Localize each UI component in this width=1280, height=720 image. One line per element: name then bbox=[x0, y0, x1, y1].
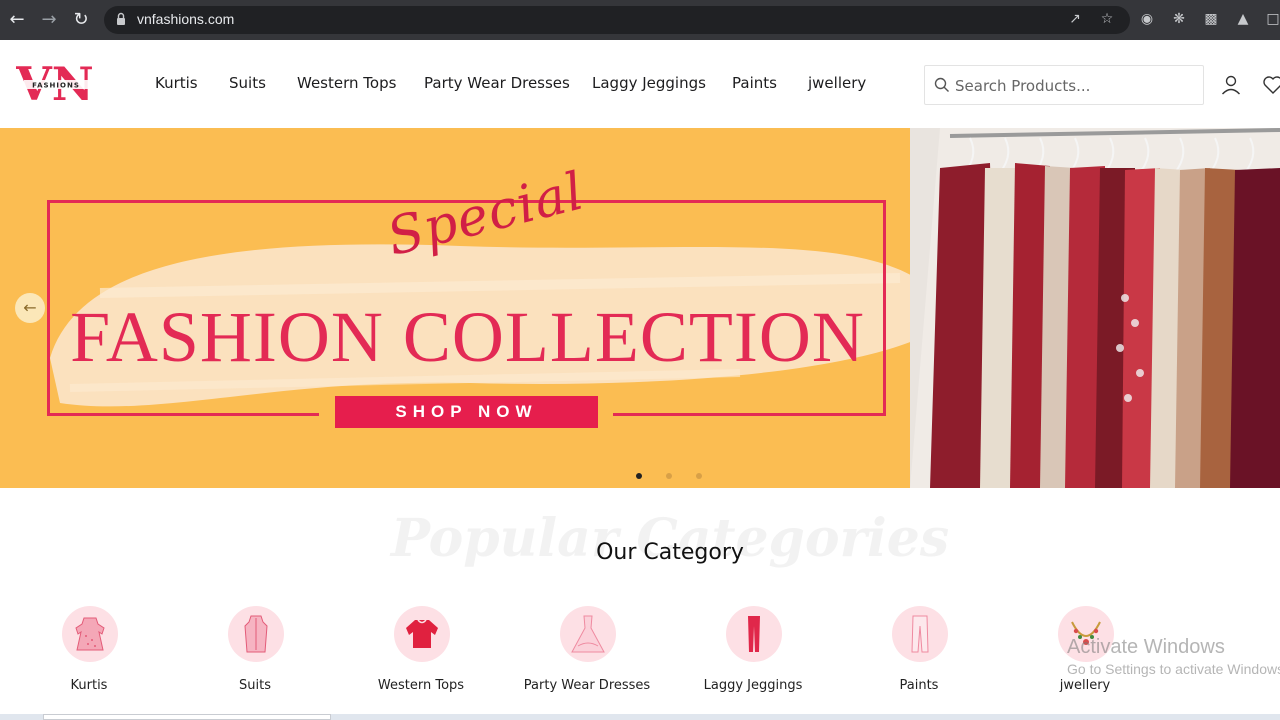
forward-icon[interactable]: → bbox=[37, 8, 61, 32]
share-icon[interactable]: ↗ bbox=[1066, 10, 1084, 28]
category-label: Laggy Jeggings bbox=[703, 678, 803, 693]
top-icon bbox=[394, 606, 450, 662]
suit-icon bbox=[228, 606, 284, 662]
camera-extension-icon[interactable]: ◉ bbox=[1138, 10, 1156, 28]
side-panel-icon[interactable]: □ bbox=[1264, 10, 1280, 28]
category-western-tops[interactable]: Western Tops bbox=[341, 606, 501, 706]
carousel-dot-2[interactable] bbox=[666, 473, 672, 479]
nav-party-wear-dresses[interactable]: Party Wear Dresses bbox=[424, 74, 570, 92]
category-kurtis[interactable]: Kurtis bbox=[9, 606, 169, 706]
category-label: Suits bbox=[239, 678, 271, 693]
extensions-puzzle-icon[interactable]: ▲ bbox=[1234, 10, 1252, 28]
category-label: jwellery bbox=[1059, 678, 1111, 693]
logo-subtext: FASHIONS bbox=[32, 82, 80, 90]
reload-icon[interactable]: ↻ bbox=[69, 8, 93, 32]
banner-headline: FASHION COLLECTION bbox=[70, 297, 865, 377]
address-bar[interactable]: vnfashions.com bbox=[104, 6, 1130, 34]
banner-frame-bottom-left bbox=[47, 413, 319, 416]
wishlist-heart-icon[interactable] bbox=[1262, 74, 1280, 96]
category-label: Paints bbox=[899, 678, 939, 693]
bottom-strip bbox=[0, 714, 1280, 720]
hero-banner-slide[interactable]: Special FASHION COLLECTION SHOP NOW ← bbox=[0, 128, 1280, 488]
back-icon[interactable]: ← bbox=[5, 8, 29, 32]
category-party-wear-dresses[interactable]: Party Wear Dresses bbox=[507, 606, 667, 706]
carousel-dot-1[interactable] bbox=[636, 473, 642, 479]
url-text: vnfashions.com bbox=[137, 11, 235, 27]
pants-icon bbox=[892, 606, 948, 662]
site-header: VN FASHIONS Kurtis Suits Western Tops Pa… bbox=[0, 40, 1280, 128]
leggings-icon bbox=[726, 606, 782, 662]
nav-kurtis[interactable]: Kurtis bbox=[155, 74, 198, 92]
category-paints[interactable]: Paints bbox=[839, 606, 999, 706]
category-label: Party Wear Dresses bbox=[523, 678, 651, 693]
nav-jwellery[interactable]: jwellery bbox=[808, 74, 866, 92]
windows-activation-watermark: Activate Windows Go to Settings to activ… bbox=[1067, 636, 1280, 677]
search-icon bbox=[934, 77, 949, 92]
banner-frame-bottom-right bbox=[613, 413, 886, 416]
category-label: Kurtis bbox=[70, 678, 108, 693]
carousel-dot-3[interactable] bbox=[696, 473, 702, 479]
category-suits[interactable]: Suits bbox=[175, 606, 335, 706]
nav-western-tops[interactable]: Western Tops bbox=[297, 74, 396, 92]
category-label: Western Tops bbox=[377, 678, 465, 693]
nav-laggy-jeggings[interactable]: Laggy Jeggings bbox=[592, 74, 706, 92]
shop-now-button[interactable]: SHOP NOW bbox=[335, 396, 598, 428]
lock-icon bbox=[117, 12, 125, 25]
browser-toolbar: ← → ↻ vnfashions.com ↗ ☆ ◉ ❋ ▩ ▲ □ bbox=[0, 0, 1280, 40]
user-account-icon[interactable] bbox=[1220, 74, 1242, 96]
file-extension-icon[interactable]: ▩ bbox=[1202, 10, 1220, 28]
nav-paints[interactable]: Paints bbox=[732, 74, 777, 92]
star-icon[interactable]: ☆ bbox=[1098, 10, 1116, 28]
carousel-prev-arrow-icon[interactable]: ← bbox=[15, 293, 45, 323]
nav-suits[interactable]: Suits bbox=[229, 74, 266, 92]
category-laggy-jeggings[interactable]: Laggy Jeggings bbox=[673, 606, 833, 706]
clothing-rack-photo bbox=[910, 128, 1280, 488]
kurti-icon bbox=[62, 606, 118, 662]
bottom-window-edge bbox=[43, 714, 331, 720]
search-input[interactable] bbox=[955, 74, 1195, 98]
section-title: Our Category bbox=[596, 540, 744, 565]
activation-line-2: Go to Settings to activate Windows. bbox=[1067, 661, 1280, 677]
activation-line-1: Activate Windows bbox=[1067, 636, 1225, 658]
search-box[interactable] bbox=[924, 65, 1204, 105]
atom-extension-icon[interactable]: ❋ bbox=[1170, 10, 1188, 28]
site-logo[interactable]: VN FASHIONS bbox=[16, 60, 98, 110]
gown-icon bbox=[560, 606, 616, 662]
